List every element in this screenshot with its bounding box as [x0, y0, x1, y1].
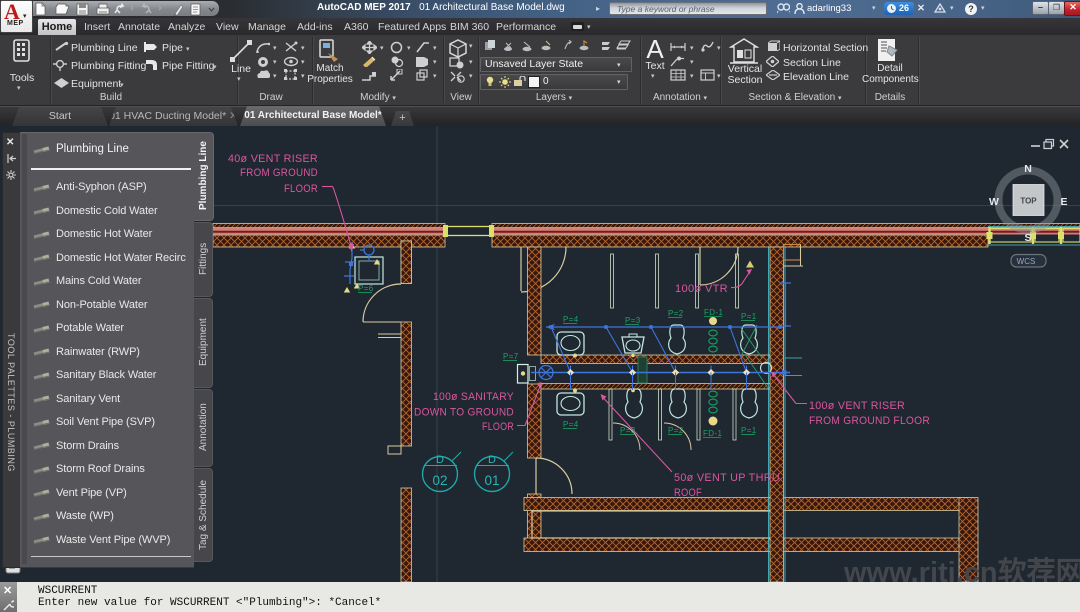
svg-text:DOWN TO GROUND: DOWN TO GROUND	[414, 407, 514, 419]
svg-text:100ø VENT RISER: 100ø VENT RISER	[809, 400, 905, 412]
svg-text:100ø SANITARY: 100ø SANITARY	[433, 391, 514, 403]
svg-text:50ø VENT UP THRU: 50ø VENT UP THRU	[674, 472, 780, 484]
svg-text:P=6: P=6	[358, 284, 374, 293]
svg-text:P=4: P=4	[563, 420, 579, 429]
svg-text:D: D	[488, 454, 496, 466]
svg-text:FROM GROUND FLOOR: FROM GROUND FLOOR	[809, 415, 930, 427]
svg-text:TOP: TOP	[1020, 197, 1037, 206]
svg-text:E: E	[1060, 196, 1067, 208]
svg-text:P=7: P=7	[503, 352, 519, 361]
svg-text:FLOOR: FLOOR	[284, 183, 318, 195]
svg-text:P=2: P=2	[668, 309, 684, 318]
svg-text:P=3: P=3	[625, 316, 641, 325]
svg-text:FD-1: FD-1	[703, 429, 723, 438]
svg-text:P=2: P=2	[668, 426, 684, 435]
svg-text:ROOF: ROOF	[674, 487, 702, 499]
svg-text:D: D	[436, 454, 444, 466]
svg-text:S: S	[1024, 232, 1031, 244]
svg-text:WCS: WCS	[1017, 257, 1036, 266]
svg-text:N: N	[1024, 163, 1032, 175]
svg-text:01: 01	[484, 473, 499, 488]
svg-text:P=4: P=4	[563, 315, 579, 324]
svg-text:P=1: P=1	[741, 426, 757, 435]
svg-text:P=1: P=1	[741, 312, 757, 321]
svg-text:FLOOR: FLOOR	[482, 421, 514, 433]
svg-text:FD-1: FD-1	[704, 308, 724, 317]
svg-text:40ø VENT RISER: 40ø VENT RISER	[228, 153, 318, 165]
svg-text:FROM GROUND: FROM GROUND	[240, 167, 318, 179]
svg-text:100ø VTR: 100ø VTR	[675, 283, 728, 295]
svg-text:W: W	[989, 196, 999, 208]
svg-text:02: 02	[432, 473, 447, 488]
